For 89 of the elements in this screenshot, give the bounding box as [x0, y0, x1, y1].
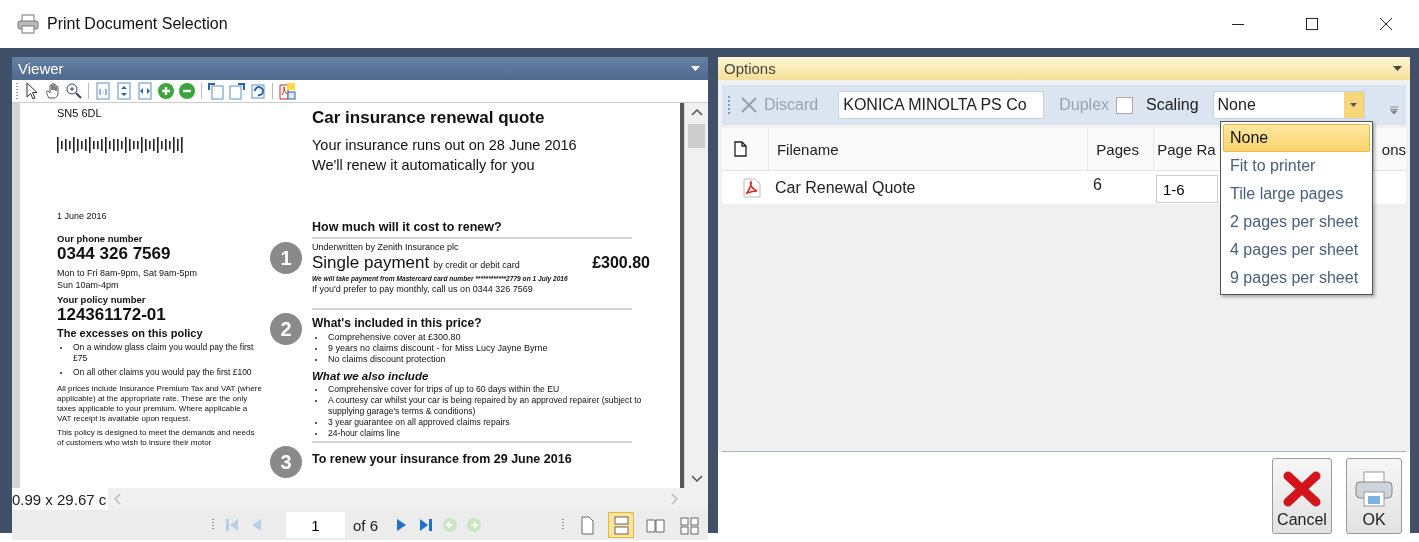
menu-item[interactable]: 4 pages per sheet [1223, 236, 1370, 264]
section-heading: The excesses on this policy [57, 327, 204, 339]
chevron-up-icon[interactable] [690, 109, 703, 116]
bullet-text: Comprehensive cover for trips of up to 60 days within the EU [312, 384, 650, 395]
refresh-icon[interactable] [249, 82, 267, 100]
page-range-field[interactable]: 1-6 [1156, 175, 1218, 203]
note-paragraph: All prices include Insurance Premium Tax and VAT (where applicable) at the appropriate rate. These are the only taxes applicable to your premium. Where applicable a VAT receipt is available upon request. [57, 384, 262, 424]
underwriter-text: Underwritten by Zenith Insurance plc [312, 242, 460, 252]
multi-page-icon [679, 515, 699, 535]
hours-text: Sun 10am-4pm [57, 279, 120, 291]
address-text: SN5 6DL [57, 107, 103, 119]
step-number: 2 [270, 313, 302, 345]
phone-number: 0344 326 7569 [57, 244, 172, 264]
fit-page-icon[interactable] [115, 82, 133, 100]
close-icon [740, 96, 758, 114]
page-size-readout: 0.99 x 29.67 c [12, 488, 109, 510]
menu-item[interactable]: Fit to printer [1223, 152, 1370, 180]
step-number: 3 [270, 446, 302, 478]
printer-dropdown[interactable]: KONICA MINOLTA PS Co [838, 91, 1045, 119]
printer-icon [17, 14, 39, 34]
duplex-checkbox[interactable] [1116, 96, 1134, 114]
bullet-text: 9 years no claims discount - for Miss Lucy Jayne Byrne [312, 343, 650, 354]
ok-button[interactable]: OK [1346, 458, 1402, 534]
panel-title: Options [724, 60, 777, 77]
bullet-text: On all other claims you would pay the first £100 [57, 367, 262, 378]
subtitle-text: Your insurance runs out on 28 June 2016 [312, 136, 578, 155]
dropdown-arrow-icon[interactable] [1393, 66, 1402, 71]
table-cell-text: Car Renewal Quote [774, 178, 917, 197]
hours-text: Mon to Fri 8am-9pm, Sat 9am-5pm [57, 267, 199, 279]
bullet-text: 3 year guarantee on all approved claims repairs [312, 417, 650, 428]
column-header[interactable]: Pages [1088, 128, 1155, 170]
menu-item[interactable]: 2 pages per sheet [1223, 208, 1370, 236]
bullet-text: A courtesy car whilst your car is being repaired by an approved repairer (subject to supplying garage's terms & conditions) [312, 395, 650, 417]
column-header[interactable]: Filename [768, 128, 1089, 170]
rotate-right-icon[interactable] [228, 82, 246, 100]
printer-icon [1354, 470, 1394, 508]
policy-number: 124361172-01 [57, 305, 167, 325]
date-text: 1 June 2016 [57, 211, 108, 221]
section-heading: What's included in this price? [312, 316, 483, 330]
maximize-icon[interactable] [1306, 18, 1318, 30]
duplex-label: Duplex [1059, 96, 1110, 114]
overflow-icon[interactable] [1390, 106, 1398, 114]
column-header[interactable]: ons [1373, 128, 1406, 170]
page-number-field[interactable]: 1 [286, 512, 345, 538]
scaling-dropdown[interactable]: None [1212, 91, 1365, 119]
payment-method: by credit or debit card [433, 260, 521, 270]
last-page-icon[interactable] [418, 517, 435, 533]
section-heading: What we also include [312, 370, 430, 382]
bullet-text: No claims discount protection [312, 354, 650, 365]
caret-icon [1350, 103, 1358, 107]
payment-label: Single payment [312, 253, 430, 273]
cancel-x-icon [1282, 470, 1322, 508]
monthly-text: If you'd prefer to pay monthly, call us on 0344 326 7569 [312, 284, 534, 294]
bullet-text: 24-hour claims line [312, 428, 650, 439]
chevron-down-icon[interactable] [690, 475, 703, 482]
bullet-text: Comprehensive cover at £300.80 [312, 332, 650, 343]
zoom-icon[interactable] [65, 82, 83, 100]
menu-item[interactable]: Tile large pages [1223, 180, 1370, 208]
fit-width-icon[interactable] [136, 82, 154, 100]
rotate-left-icon[interactable] [207, 82, 225, 100]
panel-title: Viewer [18, 60, 65, 77]
zoom-out-icon[interactable] [178, 82, 196, 100]
step-number: 1 [270, 242, 302, 274]
file-icon [734, 141, 747, 157]
page-count-text: of 6 [353, 516, 379, 534]
window-title: Print Document Selection [47, 15, 228, 33]
subtitle-text: We'll renew it automatically for you [312, 156, 536, 175]
menu-item[interactable]: 9 pages per sheet [1223, 264, 1370, 292]
cancel-button[interactable]: Cancel [1272, 458, 1332, 534]
document-title: Car insurance renewal quote [312, 108, 546, 128]
scaling-label: Scaling [1146, 96, 1199, 114]
note-paragraph: This policy is designed to meet the demands and needs of customers who wish to insure their motor [57, 428, 256, 448]
hand-icon[interactable] [44, 82, 62, 100]
section-heading: How much will it cost to renew? [312, 220, 503, 234]
pdf-export-icon[interactable] [278, 82, 296, 100]
scroll-thumb[interactable] [688, 124, 705, 148]
continuous-pages-button[interactable] [608, 512, 634, 538]
amount-text: £300.80 [592, 254, 650, 272]
table-cell-text: 6 [1092, 175, 1103, 194]
bullet-text: On a window glass claim you would pay the first £75 [57, 342, 262, 364]
pdf-file-icon [742, 177, 762, 198]
dropdown-arrow-icon[interactable] [691, 66, 700, 71]
label-text: Our phone number [57, 233, 144, 244]
label-text: Your policy number [57, 294, 147, 305]
menu-item[interactable]: None [1223, 124, 1370, 152]
zoom-in-icon[interactable] [157, 82, 175, 100]
continuous-pages-icon [611, 515, 631, 535]
close-icon[interactable] [1380, 18, 1392, 30]
section-heading: To renew your insurance from 29 June 2016 [312, 452, 572, 466]
